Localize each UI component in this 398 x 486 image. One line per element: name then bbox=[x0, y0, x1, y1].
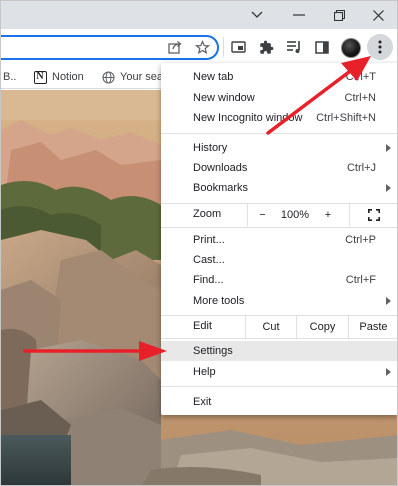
menu-label: More tools bbox=[193, 295, 245, 307]
menu-shortcut: Ctrl+J bbox=[346, 162, 376, 174]
address-bar[interactable] bbox=[1, 35, 219, 60]
submenu-arrow-icon bbox=[386, 144, 391, 152]
restore-icon bbox=[333, 9, 345, 21]
menu-label: Cast... bbox=[193, 254, 225, 266]
zoom-level: 100% bbox=[277, 204, 313, 226]
zoom-value: 100% bbox=[280, 209, 310, 221]
menu-item-cast[interactable]: Cast... bbox=[161, 250, 397, 270]
bookmark-label: Notion bbox=[52, 71, 84, 83]
kebab-menu-icon bbox=[378, 40, 382, 54]
menu-shortcut: Ctrl+F bbox=[345, 274, 376, 286]
minimize-icon bbox=[293, 14, 305, 16]
menu-item-new-tab[interactable]: New tab Ctrl+T bbox=[161, 67, 397, 87]
menu-item-downloads[interactable]: Downloads Ctrl+J bbox=[161, 158, 397, 178]
bookmark-label: Your sea bbox=[120, 71, 164, 83]
menu-label: Downloads bbox=[193, 162, 248, 174]
submenu-arrow-icon bbox=[386, 368, 391, 376]
menu-label: Bookmarks bbox=[193, 182, 249, 194]
menu-item-more-tools[interactable]: More tools bbox=[161, 291, 397, 311]
fullscreen-button[interactable] bbox=[349, 204, 397, 226]
paste-label: Paste bbox=[359, 321, 388, 333]
menu-item-exit[interactable]: Exit bbox=[161, 392, 397, 412]
title-bar bbox=[1, 1, 397, 29]
menu-item-history[interactable]: History bbox=[161, 138, 397, 158]
menu-edit-row: Edit Cut Copy Paste bbox=[161, 316, 397, 338]
tab-search-button[interactable] bbox=[237, 1, 277, 29]
menu-item-new-window[interactable]: New window Ctrl+N bbox=[161, 88, 397, 108]
share-icon[interactable] bbox=[166, 38, 184, 56]
chevron-down-icon bbox=[251, 11, 263, 18]
notion-icon: N bbox=[33, 70, 47, 84]
submenu-arrow-icon bbox=[386, 184, 391, 192]
paste-button[interactable]: Paste bbox=[348, 316, 397, 338]
bookmark-notion[interactable]: N Notion bbox=[33, 69, 84, 85]
menu-zoom-row: Zoom − 100% + bbox=[161, 204, 397, 226]
globe-icon bbox=[101, 70, 115, 84]
browser-toolbar bbox=[1, 29, 397, 65]
plus-icon: + bbox=[324, 209, 332, 221]
zoom-in-button[interactable]: + bbox=[313, 204, 343, 226]
bookmark-partial[interactable]: B.. bbox=[3, 69, 16, 85]
close-button[interactable] bbox=[358, 1, 397, 29]
menu-label: Help bbox=[193, 366, 216, 378]
menu-label: Find... bbox=[193, 274, 224, 286]
picture-in-picture-icon[interactable] bbox=[229, 38, 247, 56]
menu-item-find[interactable]: Find... Ctrl+F bbox=[161, 270, 397, 290]
bookmark-label: B.. bbox=[3, 71, 17, 83]
menu-label: New window bbox=[193, 92, 255, 104]
restore-button[interactable] bbox=[319, 1, 359, 29]
menu-label: Exit bbox=[193, 396, 212, 408]
bookmark-your-search[interactable]: Your sea bbox=[101, 69, 163, 85]
menu-separator bbox=[161, 227, 397, 228]
cut-button[interactable]: Cut bbox=[245, 316, 296, 338]
zoom-out-button[interactable]: − bbox=[247, 204, 277, 226]
menu-separator bbox=[161, 338, 397, 339]
menu-label: Settings bbox=[193, 345, 233, 357]
cut-label: Cut bbox=[262, 321, 280, 333]
menu-item-new-incognito-window[interactable]: New Incognito window Ctrl+Shift+N bbox=[161, 108, 397, 128]
menu-separator bbox=[161, 386, 397, 387]
edit-label: Edit bbox=[193, 320, 212, 332]
menu-label: Print... bbox=[193, 234, 225, 246]
menu-shortcut: Ctrl+Shift+N bbox=[316, 112, 376, 124]
side-panel-icon[interactable] bbox=[313, 38, 331, 56]
fullscreen-icon bbox=[368, 209, 380, 221]
menu-item-bookmarks[interactable]: Bookmarks bbox=[161, 178, 397, 198]
menu-separator bbox=[161, 133, 397, 134]
star-icon[interactable] bbox=[193, 38, 211, 56]
browser-window: B.. N Notion Your sea New tab Ctrl+T New… bbox=[0, 0, 398, 486]
menu-label: New tab bbox=[193, 71, 234, 83]
toolbar-separator bbox=[223, 37, 224, 57]
extensions-icon[interactable] bbox=[257, 38, 275, 56]
minimize-button[interactable] bbox=[279, 1, 319, 29]
menu-label: History bbox=[193, 142, 228, 154]
menu-shortcut: Ctrl+N bbox=[344, 92, 376, 104]
menu-shortcut: Ctrl+P bbox=[345, 234, 376, 246]
menu-label: New Incognito window bbox=[193, 112, 303, 124]
copy-label: Copy bbox=[309, 321, 336, 333]
menu-item-print[interactable]: Print... Ctrl+P bbox=[161, 230, 397, 250]
submenu-arrow-icon bbox=[386, 297, 391, 305]
media-control-icon[interactable] bbox=[285, 38, 303, 56]
close-icon bbox=[372, 9, 384, 21]
minus-icon: − bbox=[259, 209, 266, 221]
zoom-label: Zoom bbox=[193, 208, 222, 220]
chrome-menu-button[interactable] bbox=[367, 34, 393, 60]
chrome-main-menu: New tab Ctrl+T New window Ctrl+N New Inc… bbox=[161, 63, 397, 415]
menu-shortcut: Ctrl+T bbox=[345, 71, 376, 83]
profile-avatar[interactable] bbox=[341, 38, 361, 58]
copy-button[interactable]: Copy bbox=[296, 316, 348, 338]
menu-item-help[interactable]: Help bbox=[161, 362, 397, 382]
menu-item-settings[interactable]: Settings bbox=[161, 341, 397, 361]
